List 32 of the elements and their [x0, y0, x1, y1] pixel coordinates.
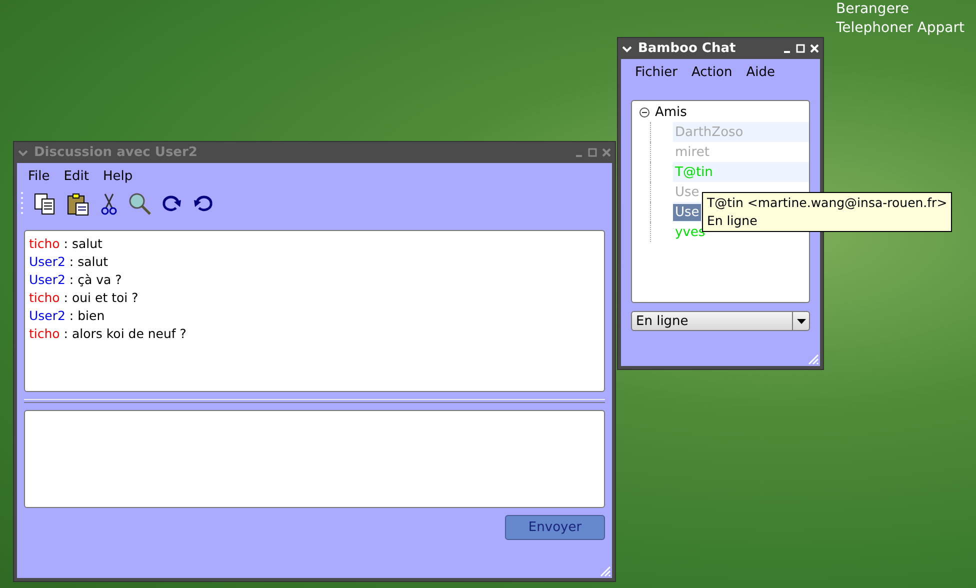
menu-item[interactable]: Edit: [64, 169, 89, 184]
message-input-field[interactable]: [24, 410, 605, 508]
chat-message: User2 : salut: [29, 253, 110, 271]
chat-message: ticho : alors koi de neuf ?: [29, 325, 188, 343]
desktop-label: Berangere: [836, 0, 910, 19]
desktop-label: Telephoner Appart: [836, 19, 964, 38]
send-button[interactable]: Envoyer: [505, 515, 605, 540]
scissors-icon[interactable]: [99, 192, 119, 216]
window-title: Discussion avec User2: [34, 145, 198, 160]
menu-item[interactable]: Help: [102, 169, 133, 184]
search-icon[interactable]: [128, 192, 152, 216]
collapse-icon[interactable]: [639, 106, 650, 118]
chat-message: User2 : çà va ?: [29, 271, 123, 289]
menu-item[interactable]: Fichier: [635, 65, 678, 80]
menu-item[interactable]: Aide: [746, 65, 775, 80]
copy-icon[interactable]: [33, 192, 57, 216]
resize-grip-icon[interactable]: [599, 565, 611, 577]
tooltip-text: T@tin <martine.wang@insa-rouen.fr>: [707, 194, 948, 212]
menu-item[interactable]: Action: [692, 65, 732, 80]
chat-message: ticho : salut: [29, 235, 104, 253]
paste-icon[interactable]: [66, 192, 90, 216]
window-title: Bamboo Chat: [638, 41, 737, 56]
caret-icon: [796, 318, 806, 324]
toolbar-grip-icon[interactable]: [20, 191, 24, 217]
status-dropdown[interactable]: En ligne: [631, 311, 810, 331]
chat-message: ticho : oui et toi ?: [29, 289, 140, 307]
chat-message: User2 : bien: [29, 307, 106, 325]
group-label[interactable]: Amis: [655, 104, 687, 120]
tooltip-text: En ligne: [707, 212, 758, 230]
menu-item[interactable]: File: [28, 169, 50, 184]
contact-item[interactable]: Use: [673, 204, 702, 220]
resize-grip-icon[interactable]: [807, 353, 819, 365]
